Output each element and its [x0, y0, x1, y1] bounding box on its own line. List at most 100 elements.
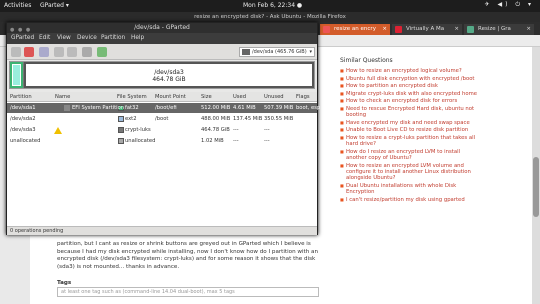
col-filesystem[interactable]: File System	[117, 94, 147, 100]
cell-used: 4.61 MiB	[233, 105, 256, 111]
similar-question-link[interactable]: How to resize an encrypted logical volum…	[340, 68, 480, 75]
partition-block-sda1[interactable]	[10, 62, 24, 88]
undo-icon[interactable]	[82, 47, 92, 57]
col-unused[interactable]: Unused	[264, 94, 284, 100]
cell-partition: /dev/sda1	[10, 105, 36, 111]
disk-icon	[242, 49, 250, 55]
cell-size: 1.02 MiB	[201, 138, 224, 144]
cell-size: 512.00 MiB	[201, 105, 231, 111]
similar-question-link[interactable]: Unable to Boot Live CD to resize disk pa…	[340, 127, 480, 134]
col-flags[interactable]: Flags	[296, 94, 310, 100]
similar-question-link[interactable]: Have encrypted my disk and need swap spa…	[340, 120, 480, 127]
cell-unused: ---	[264, 127, 270, 133]
top-bar: Activities GParted ▾ Mon Feb 6, 22:34 ● …	[0, 0, 540, 12]
cell-name: EFI System Partition	[72, 105, 125, 111]
filesystem-color-swatch	[118, 127, 124, 133]
site-icon	[395, 26, 402, 33]
similar-question-link[interactable]: How to partition an encrypted disk	[340, 83, 480, 90]
similar-question-link[interactable]: Dual Ubuntu installations with whole Dis…	[340, 183, 480, 196]
apply-icon[interactable]	[97, 47, 107, 57]
col-size[interactable]: Size	[201, 94, 212, 100]
menu-device[interactable]: Device	[77, 35, 97, 41]
ask-ubuntu-icon	[323, 26, 330, 33]
col-name[interactable]: Name	[55, 94, 70, 100]
cell-unused: 507.39 MiB	[264, 105, 294, 111]
scrollbar-thumb[interactable]	[533, 157, 539, 217]
similar-question-link[interactable]: Ubuntu full disk encryption with encrypt…	[340, 76, 480, 83]
cell-used: ---	[233, 127, 239, 133]
tab-virtually[interactable]: Virtually A Ma ×	[392, 24, 462, 35]
cell-used: 137.45 MiB	[233, 116, 263, 122]
table-row[interactable]: unallocated unallocated 1.02 MiB --- ---	[7, 136, 317, 146]
col-mountpoint[interactable]: Mount Point	[155, 94, 186, 100]
app-menu[interactable]: GParted ▾	[40, 2, 69, 9]
tab-label: Virtually A Ma	[406, 26, 445, 32]
question-body[interactable]: partition, but I cant as resize or shrin…	[57, 241, 319, 271]
cell-fs: fat32	[125, 105, 139, 111]
similar-question-link[interactable]: Migrate crypt-luks disk with also encryp…	[340, 91, 480, 98]
gparted-toolbar: /dev/sda (465.76 GiB) ▾	[7, 44, 317, 60]
similar-question-link[interactable]: Need to rescue Encrypted Hard disk, ubun…	[340, 106, 480, 119]
device-selector[interactable]: /dev/sda (465.76 GiB) ▾	[239, 47, 315, 57]
table-row[interactable]: /dev/sda1 EFI System Partition fat32/boot/…	[7, 103, 321, 113]
partition-table: Partition Name File System Mount Point S…	[7, 92, 321, 226]
similar-question-link[interactable]: How to resize a crypt-luks partition tha…	[340, 135, 480, 148]
tab-ask-ubuntu[interactable]: resize an encry ×	[320, 24, 390, 35]
tab-close-icon[interactable]: ×	[382, 24, 387, 35]
menu-view[interactable]: View	[57, 35, 71, 41]
firefox-title: resize an encrypted disk? - Ask Ubuntu -…	[0, 12, 540, 22]
col-used[interactable]: Used	[233, 94, 246, 100]
status-bar: 0 operations pending	[7, 226, 317, 235]
cell-fs: crypt-luks	[125, 127, 151, 133]
similar-question-link[interactable]: How to resize an encrypted LVM volume an…	[340, 163, 480, 182]
gparted-window: ● ● ● /dev/sda - GParted GParted Edit Vi…	[6, 22, 321, 235]
menu-edit[interactable]: Edit	[39, 35, 50, 41]
partition-block-sda3[interactable]: /dev/sda3 464.78 GiB	[24, 62, 314, 88]
partition-block-size: 464.78 GiB	[152, 76, 186, 83]
filesystem-color-swatch	[118, 116, 124, 122]
menu-help[interactable]: Help	[131, 35, 144, 41]
menu-gparted[interactable]: GParted	[11, 35, 34, 41]
copy-icon[interactable]	[54, 47, 64, 57]
menu-partition[interactable]: Partition	[101, 35, 125, 41]
delete-icon[interactable]	[24, 47, 34, 57]
app-menu-label: GParted	[40, 2, 64, 9]
activities-button[interactable]: Activities	[4, 2, 31, 9]
tab-close-icon[interactable]: ×	[526, 24, 531, 35]
tab-label: resize an encry	[334, 26, 376, 32]
gparted-menubar: GParted Edit View Device Partition Help	[7, 33, 317, 44]
disk-map: /dev/sda3 464.78 GiB	[9, 61, 315, 89]
similar-heading: Similar Questions	[340, 57, 393, 64]
similar-question-link[interactable]: How do I resize an encrypted LVM to inst…	[340, 149, 480, 162]
tab-label: Resize | Gra	[478, 26, 511, 32]
partition-block-sda2[interactable]	[12, 64, 21, 86]
cell-partition: /dev/sda2	[10, 116, 36, 122]
tags-label: Tags	[57, 280, 72, 286]
page-scrollbar[interactable]	[532, 47, 540, 304]
cell-used: ---	[233, 138, 239, 144]
cell-size: 488.00 MiB	[201, 116, 231, 122]
new-partition-icon[interactable]	[11, 47, 21, 57]
similar-question-link[interactable]: How to check an encrypted disk for error…	[340, 98, 480, 105]
tab-resize[interactable]: Resize | Gra ×	[464, 24, 534, 35]
system-tray[interactable]: ✈ ◀) ⏻ ▾	[485, 1, 534, 9]
tags-input[interactable]: at least one tag such as (command-line 1…	[57, 287, 319, 297]
site-icon	[467, 26, 474, 33]
table-header: Partition Name File System Mount Point S…	[7, 92, 317, 102]
resize-move-icon[interactable]	[39, 47, 49, 57]
cell-partition: unallocated	[10, 138, 41, 144]
col-partition[interactable]: Partition	[10, 94, 32, 100]
cell-flags: boot, esp	[296, 105, 321, 111]
tab-close-icon[interactable]: ×	[454, 24, 459, 35]
warning-icon	[54, 127, 62, 134]
similar-question-link[interactable]: I can't resize/partition my disk using g…	[340, 197, 480, 204]
table-row[interactable]: /dev/sda3 crypt-luks 464.78 GiB --- ---	[7, 125, 317, 135]
cell-unused: 350.55 MiB	[264, 116, 294, 122]
similar-questions: Similar Questions How to resize an encry…	[340, 57, 480, 205]
chevron-down-icon: ▾	[309, 49, 312, 55]
partition-block-name: /dev/sda3	[154, 69, 184, 76]
clock[interactable]: Mon Feb 6, 22:34 ●	[243, 2, 302, 9]
paste-icon[interactable]	[67, 47, 77, 57]
app-menu-arrow-icon: ▾	[65, 2, 69, 9]
table-row[interactable]: /dev/sda2 ext2/boot 488.00 MiB 137.45 MiB 35…	[7, 114, 317, 124]
